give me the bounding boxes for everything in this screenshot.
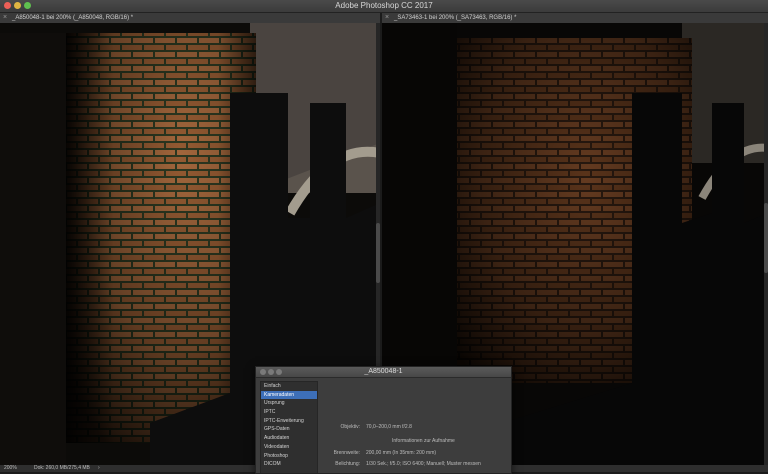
section-header-shot-info: Informationen zur Aufnahme <box>392 438 455 444</box>
status-menu-arrow-icon[interactable]: › <box>98 465 100 472</box>
doc-size-info[interactable]: Dok: 260,0 MB/275,4 MB <box>34 465 90 472</box>
category-item-einfach[interactable]: Einfach <box>261 382 317 391</box>
category-item-iptc[interactable]: IPTC <box>261 408 317 417</box>
category-item-ursprung[interactable]: Ursprung <box>261 399 317 408</box>
app-title: Adobe Photoshop CC 2017 <box>335 1 433 10</box>
dialog-titlebar[interactable]: _A850048-1 <box>256 367 511 378</box>
scroll-thumb[interactable] <box>764 203 768 273</box>
tab-close-icon[interactable]: × <box>3 13 7 23</box>
objective-label: Objektiv: <box>340 424 360 430</box>
vertical-scrollbar-right[interactable] <box>764 23 768 465</box>
document-tab-label: _SA73463-1 bei 200% (_SA73463, RGB/16) * <box>394 15 517 21</box>
app-titlebar: Adobe Photoshop CC 2017 <box>0 0 768 13</box>
file-info-dialog[interactable]: _A850048-1 Einfach Kameradaten Ursprung … <box>255 366 512 474</box>
exposure-value[interactable]: 1/30 Sek.; f/5.0; ISO 6400; Manuell; Mus… <box>366 461 481 467</box>
category-item-audiodaten[interactable]: Audiodaten <box>261 434 317 443</box>
focal-length-label: Brennweite: <box>333 450 360 456</box>
objective-value[interactable]: 70,0–200,0 mm f/2.8 <box>366 424 412 430</box>
category-item-kameradaten[interactable]: Kameradaten <box>261 390 317 400</box>
tab-close-icon[interactable]: × <box>385 13 389 23</box>
document-tab-label: _A850048-1 bei 200% (_A850048, RGB/16) * <box>12 15 134 21</box>
dialog-title: _A850048-1 <box>364 368 403 375</box>
scroll-thumb[interactable] <box>376 223 380 283</box>
exposure-label: Belichtung: <box>335 461 360 467</box>
zoom-level[interactable]: 200% <box>4 465 17 472</box>
focal-length-value[interactable]: 200,00 mm (In 35mm: 200 mm) <box>366 450 436 456</box>
